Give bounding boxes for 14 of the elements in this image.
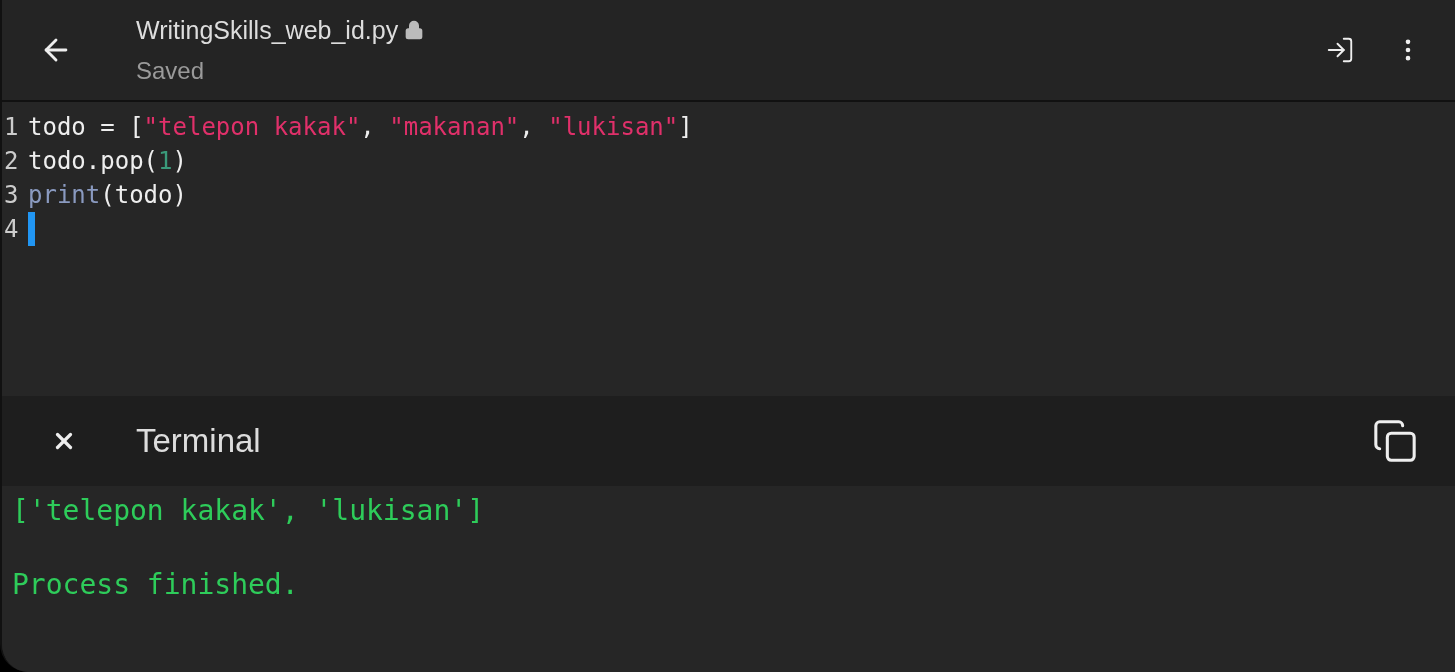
- code-line: todo.pop(1): [28, 147, 187, 175]
- save-status: Saved: [136, 56, 206, 85]
- process-status: Process finished.: [12, 568, 300, 603]
- line-number: 3: [3, 181, 20, 209]
- copy-icon[interactable]: [1371, 417, 1419, 465]
- text-cursor: [28, 212, 35, 246]
- line-number: 2: [3, 147, 20, 175]
- line-number: 1: [3, 113, 20, 141]
- code-line: todo = ["telepon kakak", "makanan", "lukisan"]: [28, 113, 693, 141]
- file-title: WritingSkills_web_id.py: [136, 15, 399, 45]
- line-number: 4: [3, 215, 20, 243]
- output-line: ['telepon kakak', 'lukisan']: [12, 494, 485, 529]
- terminal-title: Terminal: [136, 422, 262, 460]
- code-line: print(todo): [28, 181, 187, 209]
